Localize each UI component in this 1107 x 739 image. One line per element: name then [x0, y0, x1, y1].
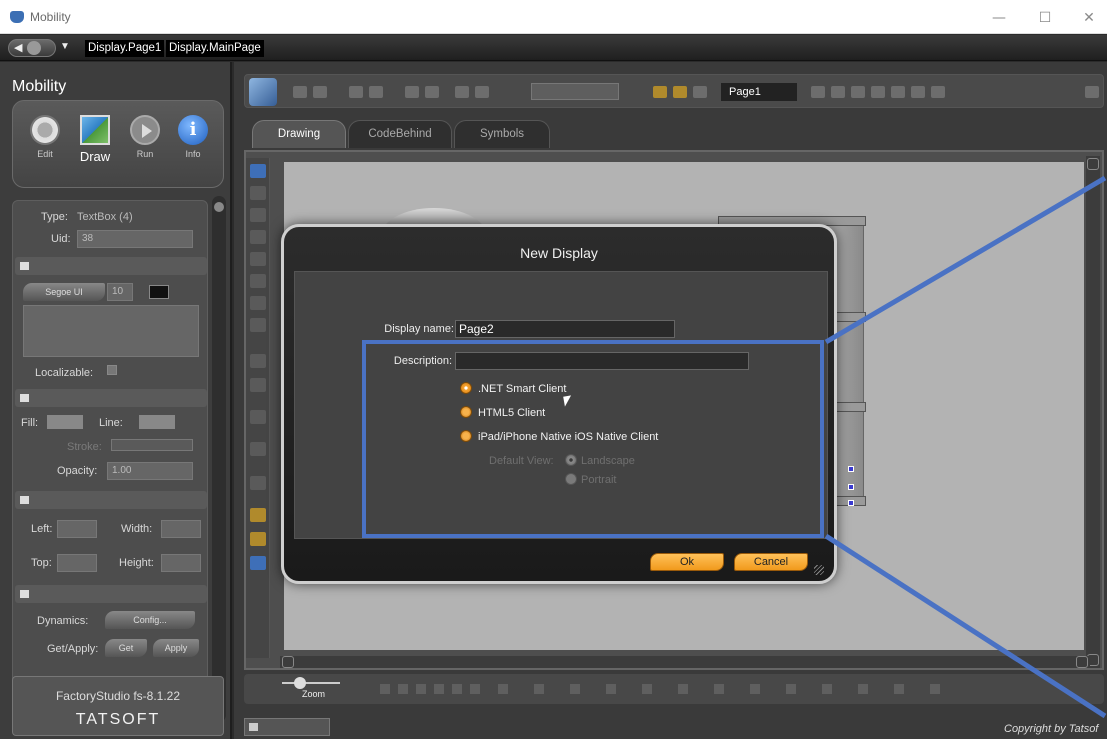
zoom-callout-lines — [824, 175, 1107, 719]
callout-line-bottom — [824, 533, 1107, 719]
callout-line-top — [824, 175, 1107, 345]
mouse-cursor-icon — [563, 395, 573, 407]
